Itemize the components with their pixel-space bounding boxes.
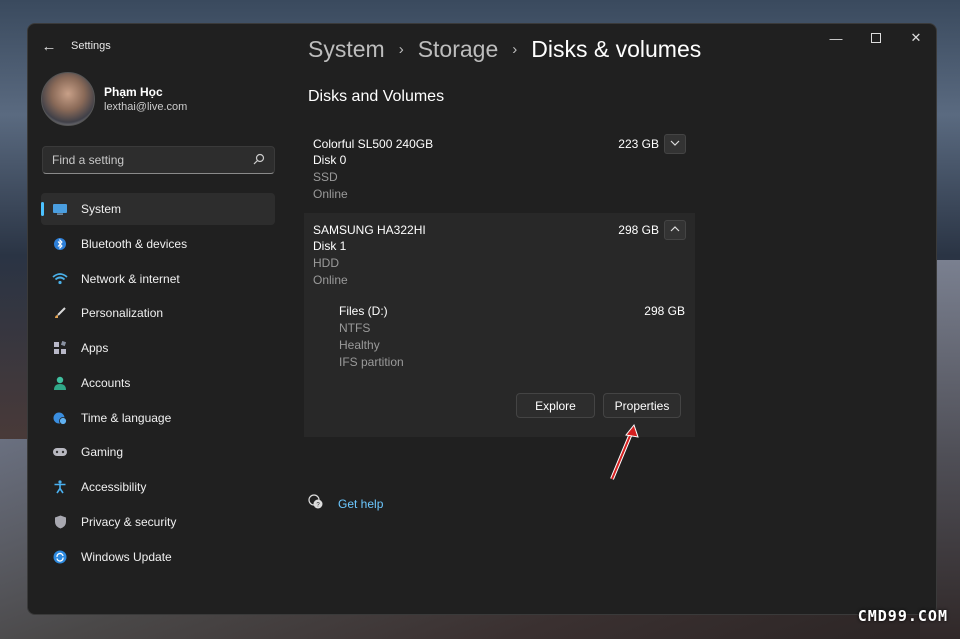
disk-name: Colorful SL500 240GB: [313, 136, 434, 151]
search-placeholder: Find a setting: [52, 153, 125, 167]
disk-size: 223 GB: [618, 136, 659, 151]
chevron-right-icon: ›: [512, 41, 518, 58]
sidebar-item-label: Network & internet: [81, 271, 180, 286]
disk-number: Disk 1: [313, 239, 347, 253]
page-title: Disks & volumes: [531, 36, 702, 62]
partition-name: Files (D:): [339, 304, 388, 318]
sidebar-item-label: Windows Update: [81, 549, 172, 564]
maximize-button[interactable]: [856, 24, 896, 52]
close-icon: ✕: [910, 30, 922, 45]
get-help-label: Get help: [338, 496, 384, 511]
disk-status: Online: [313, 273, 348, 287]
sidebar-item-label: Personalization: [81, 306, 164, 321]
watermark: CMD99.COM: [857, 607, 948, 625]
sidebar-item-personalization[interactable]: Personalization: [41, 297, 275, 329]
search-icon: [253, 153, 265, 168]
back-arrow-icon: ←: [41, 37, 57, 55]
shield-icon: [52, 514, 68, 530]
sidebar-item-time-language[interactable]: Time & language: [41, 402, 275, 434]
collapse-button[interactable]: [664, 219, 686, 240]
disk-name: SAMSUNG HA322HI: [313, 222, 426, 237]
back-button[interactable]: ←: [29, 26, 69, 66]
main-content: System › Storage › Disks & volumes — ✕ D…: [304, 24, 936, 614]
sidebar-item-system[interactable]: System: [41, 193, 275, 225]
sidebar-item-bluetooth[interactable]: Bluetooth & devices: [41, 228, 275, 260]
globe-clock-icon: [52, 410, 68, 426]
sidebar-item-gaming[interactable]: Gaming: [41, 436, 275, 468]
partition-health: Healthy: [339, 338, 380, 352]
gamepad-icon: [52, 444, 68, 460]
sidebar-item-label: Accessibility: [81, 480, 147, 494]
breadcrumb: System › Storage › Disks & volumes: [308, 36, 701, 63]
search-input[interactable]: Find a setting: [42, 146, 275, 174]
partition-kind: IFS partition: [339, 355, 404, 369]
profile-name: Phạm Học: [104, 85, 163, 99]
chevron-right-icon: ›: [398, 41, 404, 58]
accessibility-icon: [52, 479, 68, 495]
annotation-arrow: [610, 423, 639, 480]
sidebar-item-privacy[interactable]: Privacy & security: [41, 506, 275, 538]
breadcrumb-storage[interactable]: Storage: [418, 36, 499, 63]
expand-button[interactable]: [664, 133, 686, 154]
sidebar-item-network[interactable]: Network & internet: [41, 263, 275, 295]
sidebar-item-windows-update[interactable]: Windows Update: [41, 541, 275, 573]
sidebar-item-label: Accounts: [81, 375, 131, 390]
disk-card-0[interactable]: Colorful SL500 240GB 223 GB Disk 0 SSD O…: [304, 127, 695, 211]
settings-window: ← Settings Phạm Học lexthai@live.com Fin…: [27, 23, 937, 615]
sidebar-item-apps[interactable]: Apps: [41, 332, 275, 364]
sidebar-item-accounts[interactable]: Accounts: [41, 367, 275, 399]
minimize-button[interactable]: —: [816, 24, 856, 52]
person-icon: [52, 375, 68, 391]
partition-item: Files (D:) 298 GB NTFS Healthy IFS parti…: [339, 303, 686, 371]
sidebar: ← Settings Phạm Học lexthai@live.com Fin…: [28, 24, 288, 614]
sidebar-nav: System Bluetooth & devices Network & int…: [41, 193, 275, 575]
disk-size: 298 GB: [618, 222, 659, 237]
chevron-up-icon: [670, 224, 680, 235]
breadcrumb-system[interactable]: System: [308, 36, 385, 63]
help-chat-icon: ?: [308, 494, 324, 513]
disk-type: SSD: [313, 170, 338, 184]
disk-status: Online: [313, 187, 348, 201]
disk-number: Disk 0: [313, 153, 347, 167]
chevron-down-icon: [670, 138, 680, 149]
maximize-icon: [871, 31, 881, 46]
disk-card-1[interactable]: SAMSUNG HA322HI 298 GB Disk 1 HDD Online…: [304, 213, 695, 437]
partition-filesystem: NTFS: [339, 321, 371, 335]
bluetooth-icon: [52, 236, 68, 252]
sidebar-item-label: System: [81, 202, 122, 216]
close-button[interactable]: ✕: [896, 24, 936, 52]
section-title: Disks and Volumes: [308, 88, 445, 105]
partition-size: 298 GB: [644, 304, 685, 318]
apps-icon: [52, 340, 68, 356]
profile-email: lexthai@live.com: [104, 101, 188, 113]
user-profile[interactable]: Phạm Học lexthai@live.com: [41, 72, 187, 126]
update-icon: [52, 549, 68, 565]
monitor-icon: [52, 201, 68, 217]
sidebar-item-label: Privacy & security: [81, 514, 177, 529]
avatar: [41, 72, 95, 126]
sidebar-item-label: Gaming: [81, 445, 124, 460]
properties-button[interactable]: Properties: [603, 393, 681, 418]
app-title: Settings: [71, 40, 111, 52]
title-bar: ← Settings: [28, 24, 111, 68]
get-help-link[interactable]: ? Get help: [308, 494, 383, 513]
minimize-icon: —: [829, 30, 843, 46]
partition-actions: Explore Properties: [313, 393, 681, 418]
sidebar-item-label: Apps: [81, 341, 109, 355]
wifi-icon: [52, 271, 68, 287]
window-controls: — ✕: [816, 24, 936, 52]
brush-icon: [52, 305, 68, 321]
explore-button[interactable]: Explore: [516, 393, 595, 418]
sidebar-item-label: Bluetooth & devices: [81, 236, 188, 251]
sidebar-item-accessibility[interactable]: Accessibility: [41, 471, 275, 503]
disk-type: HDD: [313, 256, 339, 270]
sidebar-item-label: Time & language: [81, 410, 172, 425]
